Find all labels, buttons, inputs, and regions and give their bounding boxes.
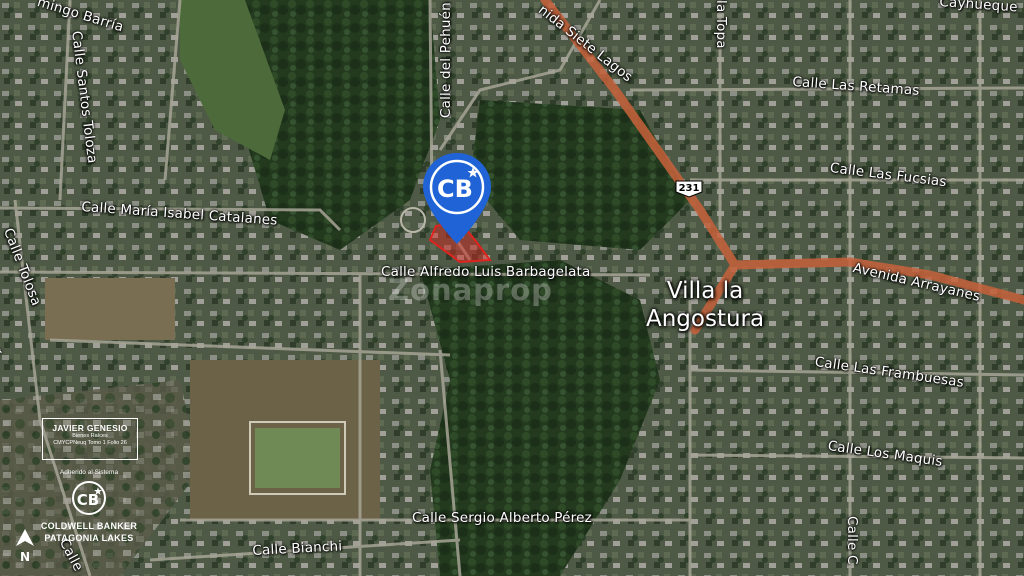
adherido-text: Adherido al Sistema — [59, 469, 119, 476]
brand-logo: CB — [71, 480, 107, 516]
street-label-del-pehuen: Calle del Pehuén — [438, 2, 454, 118]
route-shield: 231 — [675, 180, 703, 198]
agent-line3: CMYCPNeuq Tomo 1 Folio 26 — [53, 440, 127, 446]
map-view[interactable]: mingo Barría Calle Santos Toloza Calle d… — [0, 0, 1024, 576]
street-label-bottom-right: Calle C — [844, 516, 860, 565]
watermark: Zonaprop — [388, 273, 553, 307]
street-label-sergio-alberto-perez: Calle Sergio Alberto Pérez — [412, 510, 592, 526]
route-shield-number: 231 — [678, 183, 700, 194]
brand-name-line1: COLDWELL BANKER — [40, 521, 138, 531]
agent-info-box: JAVIER GENESIO Bienes Raíces CMYCPNeuq T… — [42, 418, 138, 460]
place-label-villa-la-angostura: Villa la Angostura — [646, 277, 764, 333]
agent-line2: Bienes Raíces — [72, 433, 108, 439]
place-label-line2: Angostura — [646, 306, 765, 332]
north-arrow: N — [14, 528, 36, 564]
coldwell-banker-logo-icon: CB — [423, 153, 491, 244]
property-pin[interactable]: CB — [421, 151, 493, 246]
place-label-line1: Villa la — [666, 278, 744, 304]
street-label-la-topa: la Topa — [713, 0, 729, 49]
brand-logo-text: CB — [77, 491, 99, 509]
north-arrow-icon: N — [16, 529, 34, 564]
brand-name-line2: PATAGONIA LAKES — [44, 533, 134, 543]
north-label: N — [20, 550, 30, 564]
coldwell-banker-brand-icon: CB — [72, 481, 106, 515]
brand-name: COLDWELL BANKER PATAGONIA LAKES — [28, 520, 150, 544]
pin-logo-text: CB — [437, 175, 473, 203]
agent-name: JAVIER GENESIO — [52, 423, 128, 433]
